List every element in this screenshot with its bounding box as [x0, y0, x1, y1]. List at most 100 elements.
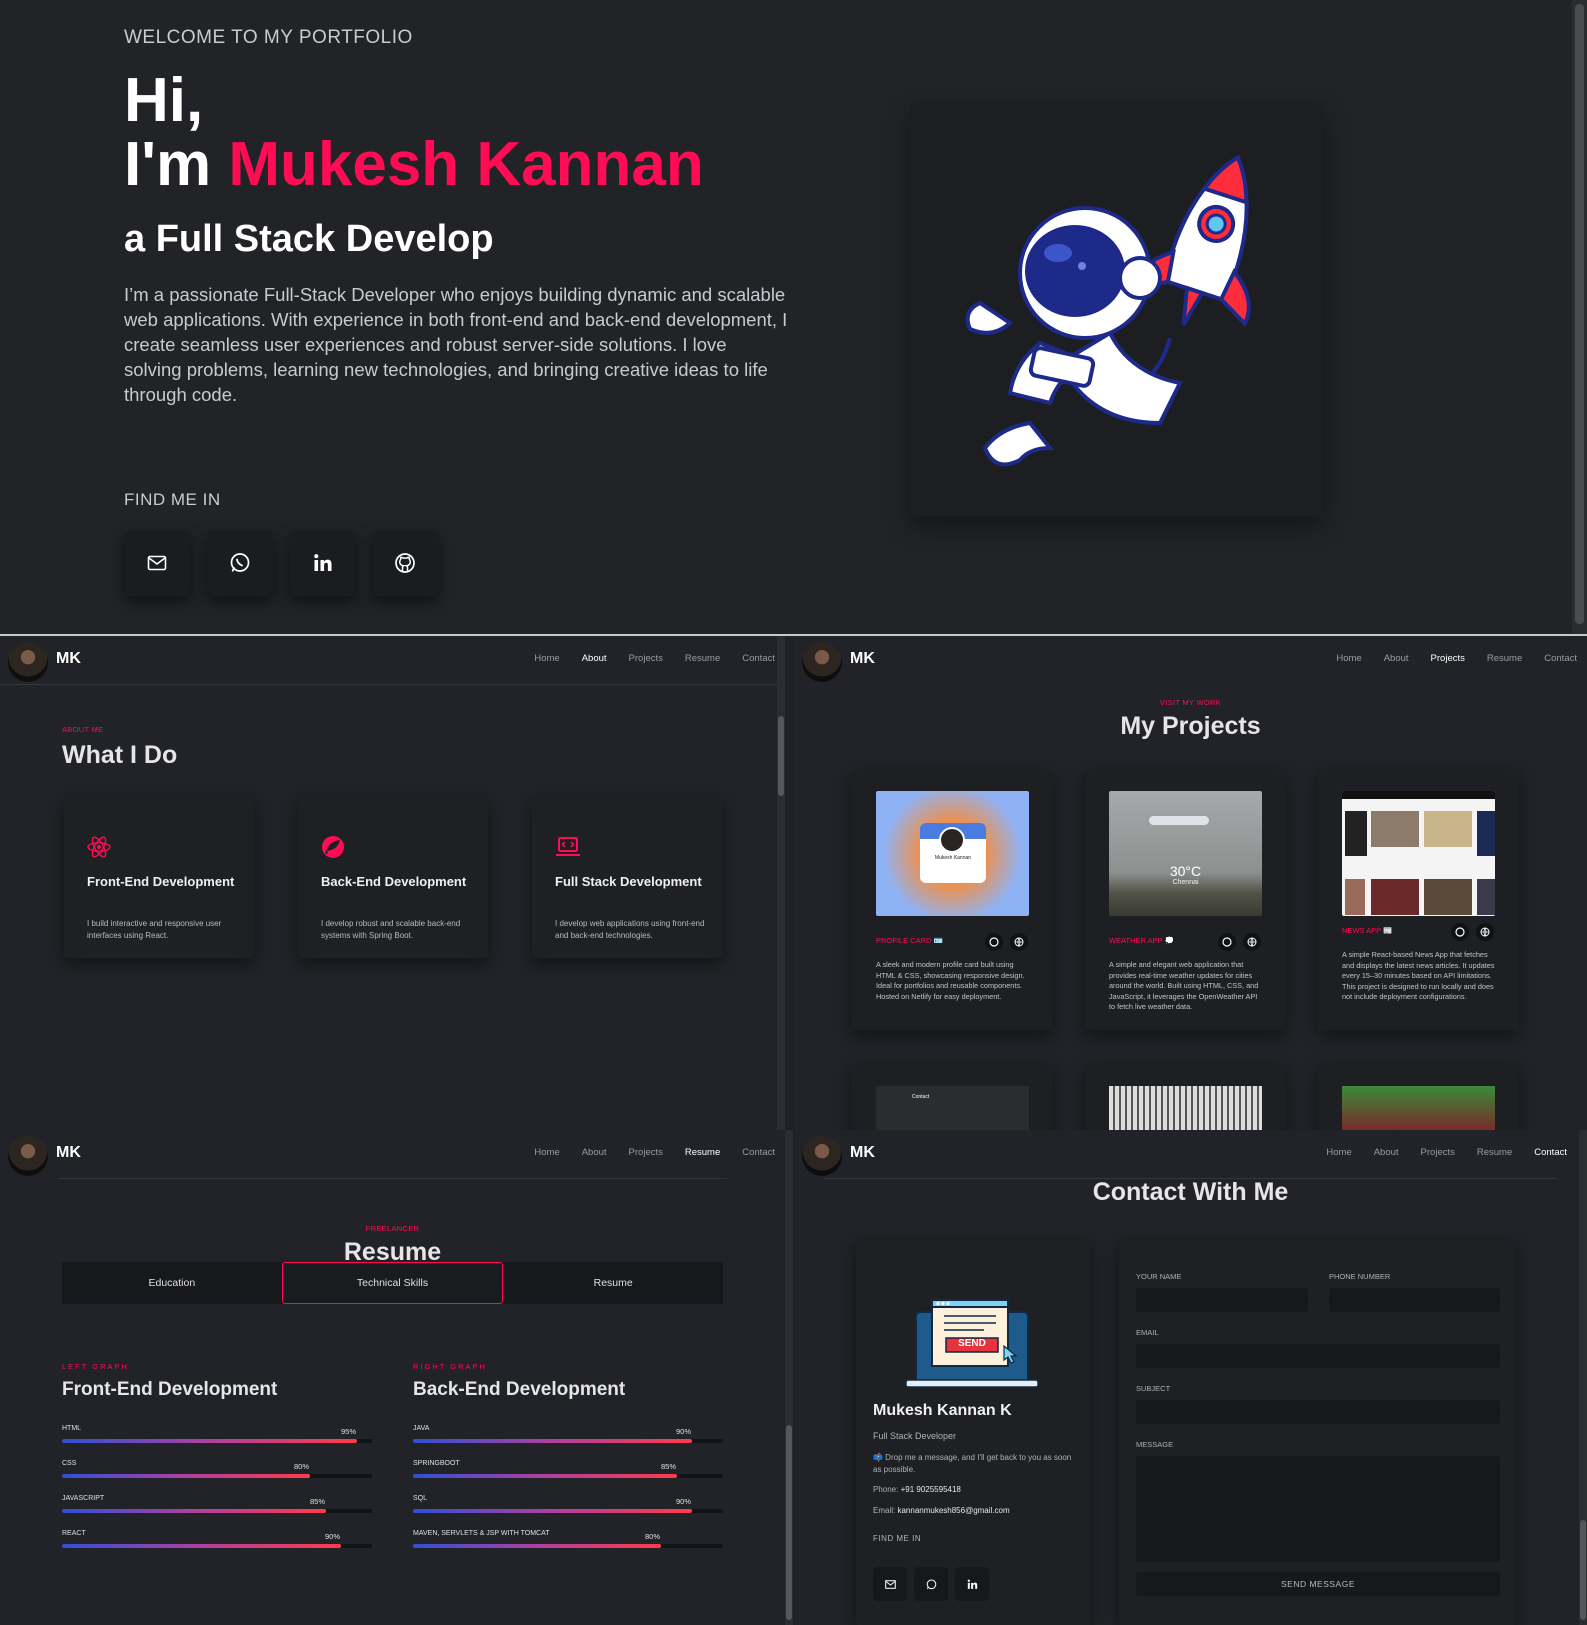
- github-button[interactable]: [372, 530, 438, 596]
- project-card-profile: Mukesh Kannan PROFILE CARD 🪪 A sleek and…: [852, 770, 1052, 1030]
- project-thumbnail[interactable]: Contact: [876, 1086, 1029, 1130]
- tab-technical-skills[interactable]: Technical Skills: [281, 1262, 504, 1304]
- service-title: Back-End Development: [321, 874, 467, 889]
- service-text: I develop robust and scalable back-end s…: [321, 919, 461, 940]
- project-thumbnail[interactable]: [1342, 791, 1495, 916]
- skill-bar-fill: [413, 1544, 661, 1548]
- navbar: MK Home About Projects Resume Contact: [0, 1130, 785, 1178]
- contact-scrollbar[interactable]: [1579, 1130, 1587, 1625]
- thumb-city: Chennai: [1172, 879, 1199, 886]
- skill-bar-track: [62, 1509, 372, 1513]
- globe-icon: [1480, 927, 1490, 937]
- logo-text[interactable]: MK: [850, 650, 875, 668]
- logo-text[interactable]: MK: [56, 1144, 81, 1162]
- linkedin-button[interactable]: [290, 530, 356, 596]
- tab-education[interactable]: Education: [62, 1262, 282, 1304]
- linkedin-button[interactable]: [955, 1567, 989, 1601]
- nav-projects[interactable]: Projects: [629, 1147, 663, 1158]
- logo-text[interactable]: MK: [56, 650, 81, 668]
- project-card-news: NEWS APP 📰 A simple React-based News App…: [1318, 770, 1518, 1030]
- thumb-label: Contact: [912, 1094, 930, 1100]
- skill-bar-track: [62, 1544, 372, 1548]
- nav-contact[interactable]: Contact: [742, 653, 775, 664]
- avatar[interactable]: [802, 1136, 842, 1176]
- skill-bar-fill: [62, 1474, 310, 1478]
- phone-value[interactable]: +91 9025595418: [901, 1485, 961, 1494]
- subject-input[interactable]: [1136, 1400, 1500, 1424]
- thumb-image: [1371, 811, 1419, 847]
- website-link[interactable]: [1243, 933, 1261, 951]
- hero-scrollbar[interactable]: [1572, 0, 1587, 634]
- about-scrollbar[interactable]: [777, 636, 785, 1130]
- website-link[interactable]: [1010, 933, 1028, 951]
- project-thumbnail[interactable]: 30°C Chennai: [1109, 791, 1262, 916]
- avatar[interactable]: [8, 1136, 48, 1176]
- resume-panel: MK Home About Projects Resume Contact FR…: [0, 1130, 785, 1625]
- nav-home[interactable]: Home: [534, 653, 559, 664]
- project-thumbnail[interactable]: Mukesh Kannan: [876, 791, 1029, 916]
- linkedin-icon: [314, 554, 332, 571]
- nav-projects[interactable]: Projects: [1431, 653, 1465, 664]
- nav-projects[interactable]: Projects: [629, 653, 663, 664]
- resume-scrollbar[interactable]: [785, 1130, 793, 1625]
- nav-home[interactable]: Home: [534, 1147, 559, 1158]
- project-card: [1318, 1064, 1518, 1130]
- github-link[interactable]: [985, 933, 1003, 951]
- navbar: MK Home About Projects Resume Contact: [794, 1130, 1587, 1178]
- service-card-fullstack: Full Stack Development I develop web app…: [532, 796, 722, 958]
- skill-label: MAVEN, SERVLETS & JSP WITH TOMCAT: [413, 1530, 550, 1537]
- nav-projects[interactable]: Projects: [1421, 1147, 1455, 1158]
- nav-about[interactable]: About: [582, 653, 607, 664]
- nav-resume[interactable]: Resume: [685, 653, 720, 664]
- phone-number-input[interactable]: [1329, 1288, 1500, 1312]
- skill-percent: 95%: [341, 1427, 357, 1436]
- nav-contact[interactable]: Contact: [1534, 1147, 1567, 1158]
- nav-resume[interactable]: Resume: [1477, 1147, 1512, 1158]
- project-description: A simple and elegant web application tha…: [1109, 960, 1259, 1011]
- resume-scrollbar-thumb[interactable]: [786, 1425, 792, 1620]
- github-link[interactable]: [1451, 923, 1469, 941]
- project-thumbnail[interactable]: [1342, 1086, 1495, 1130]
- mail-icon: [147, 555, 167, 571]
- linkedin-icon: [967, 1579, 977, 1589]
- thumb-image: [1371, 879, 1419, 915]
- contact-form: YOUR NAME PHONE NUMBER EMAIL SUBJECT MES…: [1119, 1238, 1515, 1625]
- mail-button[interactable]: [873, 1567, 907, 1601]
- send-message-button[interactable]: SEND MESSAGE: [1136, 1572, 1500, 1596]
- github-link[interactable]: [1218, 933, 1236, 951]
- hero-scrollbar-thumb[interactable]: [1575, 4, 1584, 624]
- avatar[interactable]: [8, 642, 48, 682]
- email-value[interactable]: kannanmukesh856@gmail.com: [897, 1506, 1009, 1515]
- whatsapp-button[interactable]: [207, 530, 273, 596]
- spring-icon: [322, 836, 344, 858]
- thumb-image: [1345, 879, 1365, 915]
- nav-about[interactable]: About: [582, 1147, 607, 1158]
- nav-contact[interactable]: Contact: [1544, 653, 1577, 664]
- navbar: MK Home About Projects Resume Contact: [0, 636, 785, 684]
- nav-home[interactable]: Home: [1326, 1147, 1351, 1158]
- nav-about[interactable]: About: [1384, 653, 1409, 664]
- projects-title: My Projects: [1120, 712, 1261, 740]
- contact-info-card: SEND Mukesh Kannan K Full Stack Develope…: [856, 1238, 1090, 1625]
- logo-text[interactable]: MK: [850, 1144, 875, 1162]
- contact-scrollbar-thumb[interactable]: [1580, 1520, 1586, 1620]
- email-input[interactable]: [1136, 1344, 1500, 1368]
- mail-button[interactable]: [124, 530, 190, 596]
- nav-about[interactable]: About: [1374, 1147, 1399, 1158]
- project-thumbnail[interactable]: [1109, 1086, 1262, 1130]
- nav-resume[interactable]: Resume: [1487, 653, 1522, 664]
- nav-home[interactable]: Home: [1336, 653, 1361, 664]
- message-textarea[interactable]: [1136, 1456, 1500, 1562]
- nav-resume[interactable]: Resume: [685, 1147, 720, 1158]
- nav-contact[interactable]: Contact: [742, 1147, 775, 1158]
- website-link[interactable]: [1476, 923, 1494, 941]
- skill-bar-fill: [413, 1474, 677, 1478]
- avatar[interactable]: [802, 642, 842, 682]
- your-name-input[interactable]: [1136, 1288, 1308, 1312]
- about-scrollbar-thumb[interactable]: [778, 716, 784, 796]
- skill-bar-fill: [62, 1439, 357, 1443]
- nav-links: Home About Projects Resume Contact: [534, 1147, 775, 1158]
- whatsapp-button[interactable]: [914, 1567, 948, 1601]
- tab-resume[interactable]: Resume: [503, 1262, 723, 1304]
- thumb-image: [1345, 811, 1367, 856]
